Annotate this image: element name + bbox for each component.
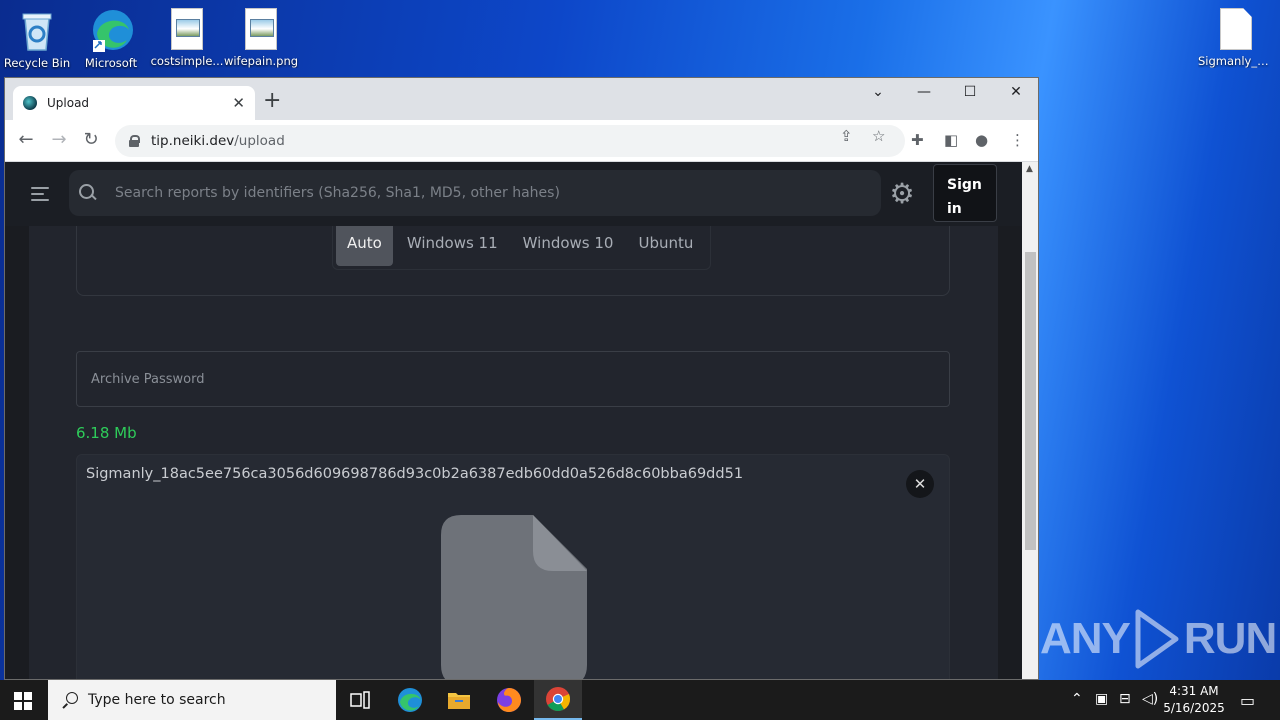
desktop-icon-label: costsimple...: [150, 54, 224, 68]
play-triangle-icon: [1135, 609, 1179, 669]
taskbar: Type here to search ⌃ ▣ ⊟ ◁) 4:31 AM 5/1…: [0, 680, 1280, 720]
desktop-icon-wifepain[interactable]: wifepain.png: [223, 2, 299, 68]
search-icon: [62, 692, 78, 708]
file-name: Sigmanly_18ac5ee756ca3056d609698786d93c0…: [86, 466, 744, 482]
tray-chevron-up-icon[interactable]: ⌃: [1071, 691, 1083, 707]
os-option-auto[interactable]: Auto: [336, 220, 393, 266]
watermark-text-left: ANY: [1040, 614, 1131, 663]
file-document-icon: [441, 515, 587, 679]
site-favicon-icon: [23, 96, 37, 110]
notification-center-icon[interactable]: ▭: [1240, 691, 1255, 710]
report-search-box[interactable]: [69, 170, 881, 216]
os-option-ubuntu[interactable]: Ubuntu: [627, 220, 704, 266]
minimize-icon[interactable]: —: [909, 84, 939, 100]
address-bar[interactable]: tip.neiki.dev/upload: [115, 125, 905, 157]
page-viewport: ⚙ Sign in Auto Windows 11 Windows 10 Ubu…: [5, 162, 1022, 679]
image-file-icon: [171, 8, 203, 50]
url-host: tip.neiki.dev: [151, 133, 235, 149]
firefox-icon[interactable]: [485, 680, 533, 720]
new-tab-icon[interactable]: +: [263, 88, 281, 113]
reload-icon[interactable]: ↻: [79, 129, 103, 150]
desktop-icon-sigmanly[interactable]: Sigmanly_1...: [1198, 2, 1274, 68]
network-icon[interactable]: ⊟: [1119, 691, 1131, 707]
os-option-windows-10[interactable]: Windows 10: [512, 220, 625, 266]
tab-search-chevron-down-icon[interactable]: ⌄: [863, 84, 893, 100]
browser-window: Upload ✕ + ⌄ — ☐ ✕ ← → ↻ tip.neiki.dev/u…: [4, 77, 1039, 680]
tab-close-icon[interactable]: ✕: [232, 94, 245, 112]
remove-file-close-icon[interactable]: ✕: [906, 470, 934, 498]
profile-avatar-icon[interactable]: ●: [975, 131, 988, 149]
scroll-up-arrow-icon[interactable]: ▲: [1026, 164, 1033, 174]
windows-start-icon[interactable]: [14, 692, 32, 710]
share-icon[interactable]: ⇪: [840, 127, 853, 145]
maximize-icon[interactable]: ☐: [955, 84, 985, 100]
site-header: ⚙ Sign in: [5, 162, 1022, 226]
image-file-icon: [245, 8, 277, 50]
taskbar-clock[interactable]: 4:31 AM 5/16/2025: [1160, 683, 1228, 717]
url-path: /upload: [234, 133, 285, 149]
clock-date: 5/16/2025: [1163, 701, 1225, 715]
close-window-icon[interactable]: ✕: [1001, 84, 1031, 100]
desktop-icon-label: Sigmanly_1...: [1198, 54, 1274, 68]
desktop-icon-label: wifepain.png: [223, 54, 299, 68]
archive-password-input[interactable]: [76, 351, 950, 407]
os-option-windows-11[interactable]: Windows 11: [396, 220, 509, 266]
taskbar-search-placeholder: Type here to search: [88, 692, 226, 708]
edge-taskbar-icon[interactable]: [386, 680, 434, 720]
chrome-icon[interactable]: [534, 680, 582, 720]
gear-icon[interactable]: ⚙: [887, 179, 917, 209]
file-size-label: 6.18 Mb: [76, 424, 137, 442]
desktop-icon-label: Recycle Bin: [3, 56, 71, 70]
report-search-input[interactable]: [115, 185, 881, 201]
desktop-icon-costsimple[interactable]: costsimple...: [149, 2, 225, 68]
lock-icon: [129, 135, 140, 147]
recycle-bin-icon: [17, 8, 57, 52]
edge-icon: [91, 8, 133, 52]
search-icon: [79, 184, 97, 202]
desktop-icon-recycle-bin[interactable]: Recycle Bin: [0, 2, 75, 70]
selected-file-card: Sigmanly_18ac5ee756ca3056d609698786d93c0…: [76, 454, 950, 679]
tab-strip: Upload ✕ + ⌄ — ☐ ✕: [5, 78, 1038, 120]
file-explorer-icon[interactable]: [435, 680, 483, 720]
scrollbar-thumb[interactable]: [1025, 252, 1036, 550]
volume-icon[interactable]: ◁): [1142, 691, 1158, 707]
anyrun-watermark: ANY RUN: [1040, 608, 1277, 670]
desktop-icon-microsoft-edge[interactable]: Microsoft: [73, 2, 149, 70]
page-scrollbar[interactable]: ▲: [1022, 162, 1038, 679]
desktop-icon-label: Microsoft: [84, 56, 138, 70]
tab-upload[interactable]: Upload ✕: [13, 86, 255, 120]
sign-in-button[interactable]: Sign in: [933, 164, 997, 222]
extensions-puzzle-icon[interactable]: ✚: [911, 131, 924, 149]
task-view-icon[interactable]: [336, 680, 384, 720]
taskbar-search-box[interactable]: Type here to search: [48, 680, 336, 720]
blank-file-icon: [1220, 8, 1252, 50]
side-panel-icon[interactable]: ◧: [944, 131, 958, 149]
meet-now-icon[interactable]: ▣: [1095, 691, 1108, 707]
menu-kebab-icon[interactable]: ⋮: [1010, 131, 1025, 149]
watermark-text-right: RUN: [1183, 614, 1277, 663]
tab-title: Upload: [47, 96, 90, 110]
clock-time: 4:31 AM: [1169, 684, 1219, 698]
hamburger-menu-icon[interactable]: [31, 187, 49, 205]
bookmark-star-icon[interactable]: ☆: [872, 127, 885, 145]
browser-toolbar: ← → ↻ tip.neiki.dev/upload ⇪ ☆ ✚ ◧ ● ⋮: [5, 120, 1038, 162]
forward-arrow-icon[interactable]: →: [47, 129, 71, 150]
back-arrow-icon[interactable]: ←: [14, 129, 38, 150]
